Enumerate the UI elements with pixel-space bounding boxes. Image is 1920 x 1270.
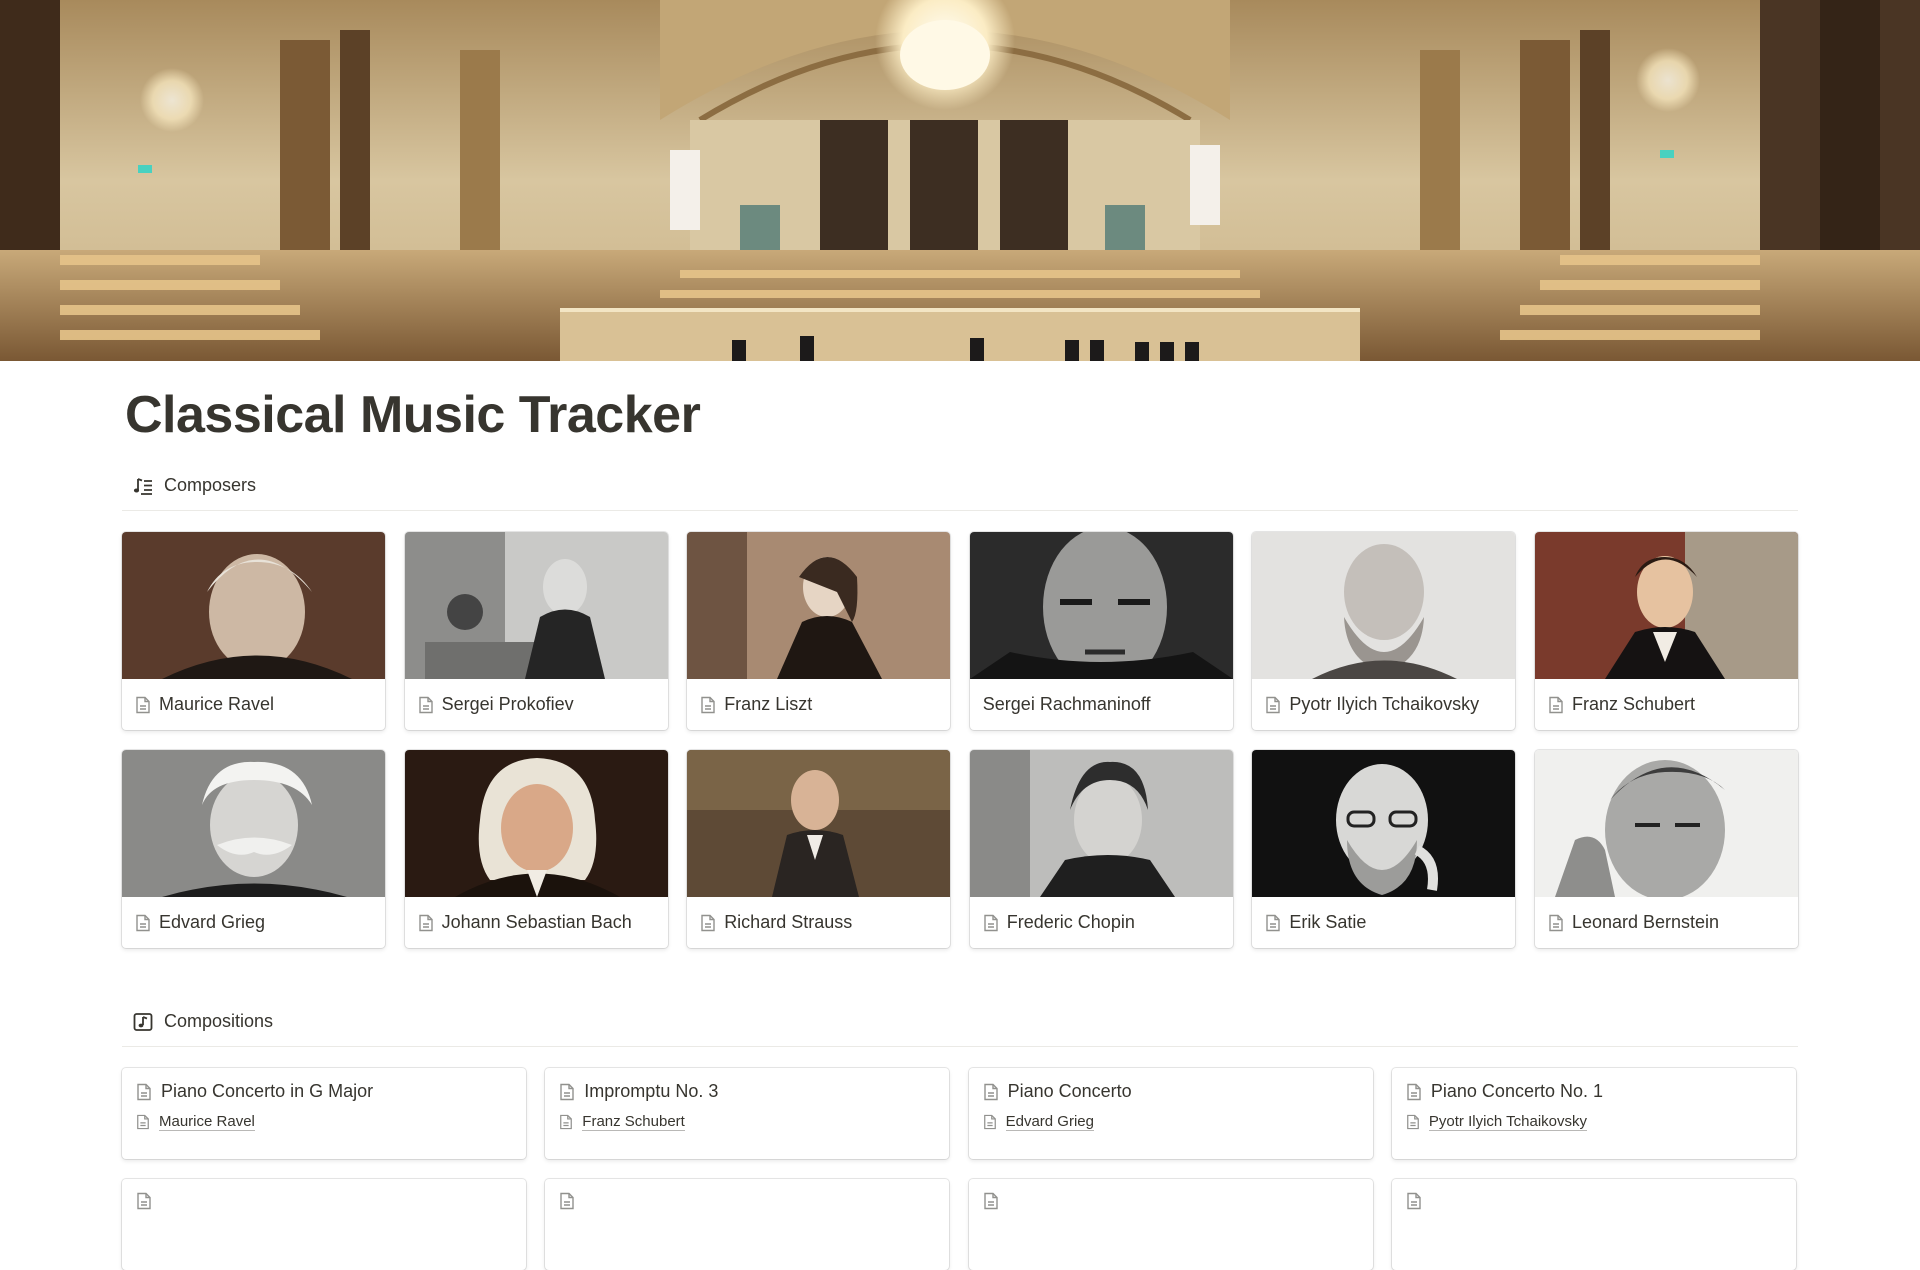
composition-card[interactable] xyxy=(1391,1179,1796,1270)
composer-card[interactable]: Franz Schubert xyxy=(1534,532,1798,730)
composers-gallery: Maurice Ravel Sergei Prokofiev Franz Lis… xyxy=(122,532,1798,948)
page-icon xyxy=(1548,696,1564,714)
composer-relation-link[interactable]: Pyotr Ilyich Tchaikovsky xyxy=(1428,1113,1587,1131)
composer-card[interactable]: Sergei Prokofiev xyxy=(404,532,668,730)
composer-name: Franz Schubert xyxy=(1571,694,1696,714)
composer-name: Sergei Rachmaninoff xyxy=(982,694,1151,714)
page-icon xyxy=(700,914,716,932)
page-title: Classical Music Tracker xyxy=(125,386,701,444)
composer-portrait xyxy=(687,532,951,679)
composer-portrait xyxy=(404,532,668,679)
composer-card[interactable]: Pyotr Ilyich Tchaikovsky xyxy=(1252,532,1516,730)
composer-card[interactable]: Sergei Rachmaninoff xyxy=(969,532,1233,730)
page-icon xyxy=(1406,1083,1422,1101)
music-note-icon xyxy=(132,1011,154,1033)
composer-card[interactable]: Erik Satie xyxy=(1252,750,1516,948)
composer-name: Pyotr Ilyich Tchaikovsky xyxy=(1289,694,1480,714)
cover-image xyxy=(0,0,1920,361)
page-icon xyxy=(1265,696,1281,714)
compositions-heading: Compositions xyxy=(164,1011,274,1031)
composer-card[interactable]: Frederic Chopin xyxy=(969,750,1233,948)
composer-name: Richard Strauss xyxy=(724,912,853,932)
composer-name: Edvard Grieg xyxy=(159,912,266,932)
composition-card[interactable]: Piano Concerto No. 1 Pyotr Ilyich Tchaik… xyxy=(1391,1068,1796,1159)
page-icon xyxy=(1265,914,1281,932)
page-icon xyxy=(983,1114,997,1130)
composer-portrait xyxy=(1252,532,1516,679)
page-icon xyxy=(135,914,151,932)
composition-card[interactable] xyxy=(968,1179,1373,1270)
page-icon xyxy=(983,914,999,932)
composer-name: Frederic Chopin xyxy=(1006,912,1135,932)
page-icon xyxy=(983,1083,999,1101)
page-icon xyxy=(559,1083,575,1101)
composer-portrait xyxy=(1534,750,1798,897)
composition-title: Piano Concerto in G Major xyxy=(161,1081,374,1101)
composer-portrait xyxy=(122,750,385,897)
page-icon xyxy=(559,1192,575,1210)
composition-card[interactable] xyxy=(122,1179,526,1270)
composer-relation-link[interactable]: Franz Schubert xyxy=(582,1113,685,1131)
page-icon xyxy=(418,914,434,932)
composer-name: Franz Liszt xyxy=(724,694,813,714)
page-icon xyxy=(1548,914,1564,932)
composer-card[interactable]: Johann Sebastian Bach xyxy=(404,750,668,948)
composer-portrait xyxy=(969,750,1233,897)
page-icon xyxy=(136,1114,150,1130)
composer-card[interactable]: Edvard Grieg xyxy=(122,750,385,948)
composition-card[interactable] xyxy=(545,1179,950,1270)
composer-name: Sergei Prokofiev xyxy=(441,694,574,714)
composer-name: Maurice Ravel xyxy=(159,694,275,714)
composer-card[interactable]: Leonard Bernstein xyxy=(1534,750,1798,948)
composer-portrait xyxy=(1534,532,1798,679)
composer-relation-link[interactable]: Maurice Ravel xyxy=(159,1113,255,1131)
page-icon xyxy=(135,696,151,714)
page-icon xyxy=(136,1192,152,1210)
composition-card[interactable]: Piano Concerto Edvard Grieg xyxy=(968,1068,1373,1159)
composition-card[interactable]: Piano Concerto in G Major Maurice Ravel xyxy=(122,1068,526,1159)
composer-name: Erik Satie xyxy=(1289,912,1367,932)
page-icon xyxy=(1406,1192,1422,1210)
page-icon xyxy=(983,1192,999,1210)
composer-portrait xyxy=(404,750,668,897)
page-icon xyxy=(1406,1114,1420,1130)
music-list-icon xyxy=(132,475,154,497)
composer-portrait xyxy=(122,532,385,679)
page-icon xyxy=(418,696,434,714)
page-icon xyxy=(136,1083,152,1101)
composer-card[interactable]: Maurice Ravel xyxy=(122,532,385,730)
composer-card[interactable]: Franz Liszt xyxy=(687,532,951,730)
composer-card[interactable]: Richard Strauss xyxy=(687,750,951,948)
composer-portrait xyxy=(1252,750,1516,897)
composer-name: Leonard Bernstein xyxy=(1571,912,1720,932)
composers-section-header[interactable]: Composers xyxy=(122,461,1798,511)
composer-relation-link[interactable]: Edvard Grieg xyxy=(1005,1113,1094,1131)
composition-title: Piano Concerto xyxy=(1007,1081,1132,1101)
composition-title: Piano Concerto No. 1 xyxy=(1430,1081,1603,1101)
composers-heading: Composers xyxy=(164,475,257,495)
compositions-board: Piano Concerto in G Major Maurice Ravel … xyxy=(122,1068,1798,1270)
composer-portrait xyxy=(687,750,951,897)
page-icon xyxy=(559,1114,573,1130)
composition-card[interactable]: Impromptu No. 3 Franz Schubert xyxy=(545,1068,950,1159)
composer-portrait xyxy=(969,532,1233,679)
page-icon xyxy=(700,696,716,714)
composer-name: Johann Sebastian Bach xyxy=(441,912,632,932)
compositions-section-header[interactable]: Compositions xyxy=(122,997,1798,1047)
composition-title: Impromptu No. 3 xyxy=(584,1081,719,1101)
